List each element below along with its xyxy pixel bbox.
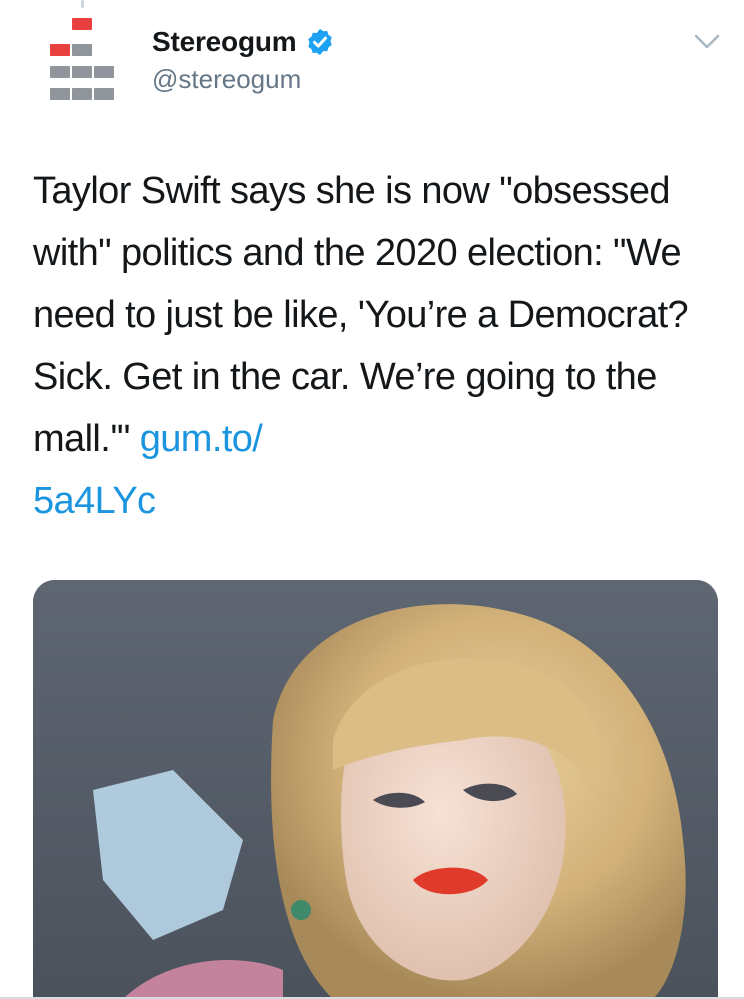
display-name[interactable]: Stereogum xyxy=(152,26,297,58)
tweet-text: Taylor Swift says she is now "obsessed w… xyxy=(33,160,723,532)
logo-block xyxy=(94,66,114,78)
logo-block xyxy=(50,44,70,56)
tweet-text-main: Taylor Swift says she is now "obsessed w… xyxy=(33,170,689,460)
name-row: Stereogum xyxy=(152,26,335,58)
logo-block xyxy=(94,88,114,100)
tweet-header: Stereogum @stereogum xyxy=(152,26,335,95)
logo-block xyxy=(50,66,70,78)
logo-block xyxy=(72,66,92,78)
logo-block xyxy=(72,44,92,56)
photo-illustration xyxy=(33,580,718,999)
tweet-link-part-2[interactable]: 5a4LYc xyxy=(33,480,156,522)
tweet-media-photo[interactable] xyxy=(33,580,718,999)
user-handle[interactable]: @stereogum xyxy=(152,64,335,95)
verified-badge-icon xyxy=(308,28,333,56)
stereogum-logo-icon[interactable] xyxy=(44,18,124,106)
logo-block xyxy=(72,88,92,100)
logo-block xyxy=(72,18,92,30)
thread-connector-line xyxy=(81,0,84,8)
tweet-link-part-1[interactable]: gum.to/ xyxy=(140,418,263,460)
logo-block xyxy=(50,88,70,100)
chevron-down-icon[interactable] xyxy=(694,34,720,50)
tweet-card[interactable]: Stereogum @stereogum Taylor Swift says s… xyxy=(0,0,744,999)
